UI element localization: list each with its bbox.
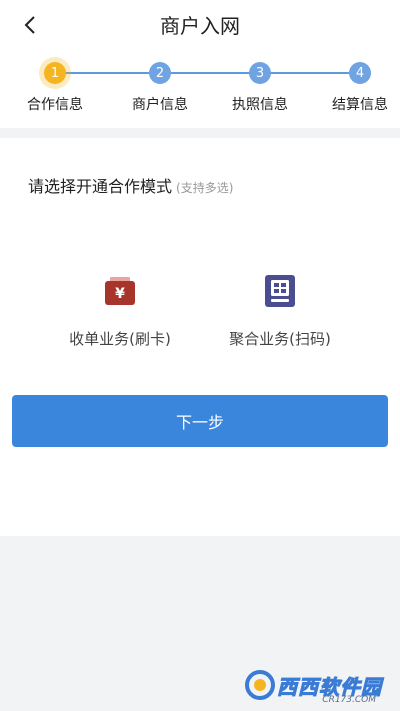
progress-stepper: 1 合作信息 2 商户信息 3 执照信息 4 结算信息 xyxy=(0,50,400,128)
header-bar: 商户入网 xyxy=(0,0,400,50)
step-1: 1 合作信息 xyxy=(10,50,100,114)
step-number: 3 xyxy=(249,62,271,84)
step-label: 结算信息 xyxy=(332,97,388,113)
step-2: 2 商户信息 xyxy=(115,50,205,114)
prompt-text: 请选择开通合作模式 xyxy=(28,177,173,196)
option-label: 聚合业务(扫码) xyxy=(229,330,331,348)
watermark-sub: CR173.COM xyxy=(322,695,376,705)
step-label: 执照信息 xyxy=(232,97,288,113)
option-qr-payment[interactable]: 聚合业务(扫码) xyxy=(200,274,360,349)
mode-selection-card: 请选择开通合作模式 (支持多选) ¥ 收单业务(刷卡) 聚合业务(扫码) 下一步 xyxy=(0,138,400,536)
qr-terminal-icon xyxy=(265,275,295,307)
site-watermark: 西西软件园 CR173.COM xyxy=(243,665,382,705)
step-number: 2 xyxy=(149,62,171,84)
step-label: 合作信息 xyxy=(27,97,83,113)
step-number: 4 xyxy=(349,62,371,84)
wallet-yen-icon: ¥ xyxy=(105,277,135,305)
chevron-left-icon xyxy=(24,16,35,34)
svg-text:¥: ¥ xyxy=(115,286,125,302)
prompt-note: (支持多选) xyxy=(176,181,234,195)
next-step-button[interactable]: 下一步 xyxy=(12,395,388,447)
step-4: 4 结算信息 xyxy=(315,50,400,114)
step-number: 1 xyxy=(44,62,66,84)
step-label: 商户信息 xyxy=(132,97,188,113)
option-label: 收单业务(刷卡) xyxy=(69,330,171,348)
watermark-logo-icon xyxy=(245,670,275,700)
back-button[interactable] xyxy=(14,8,48,42)
option-card-payment[interactable]: ¥ 收单业务(刷卡) xyxy=(40,274,200,349)
mode-prompt: 请选择开通合作模式 (支持多选) xyxy=(28,173,233,197)
page-title: 商户入网 xyxy=(160,14,240,38)
step-3: 3 执照信息 xyxy=(215,50,305,114)
